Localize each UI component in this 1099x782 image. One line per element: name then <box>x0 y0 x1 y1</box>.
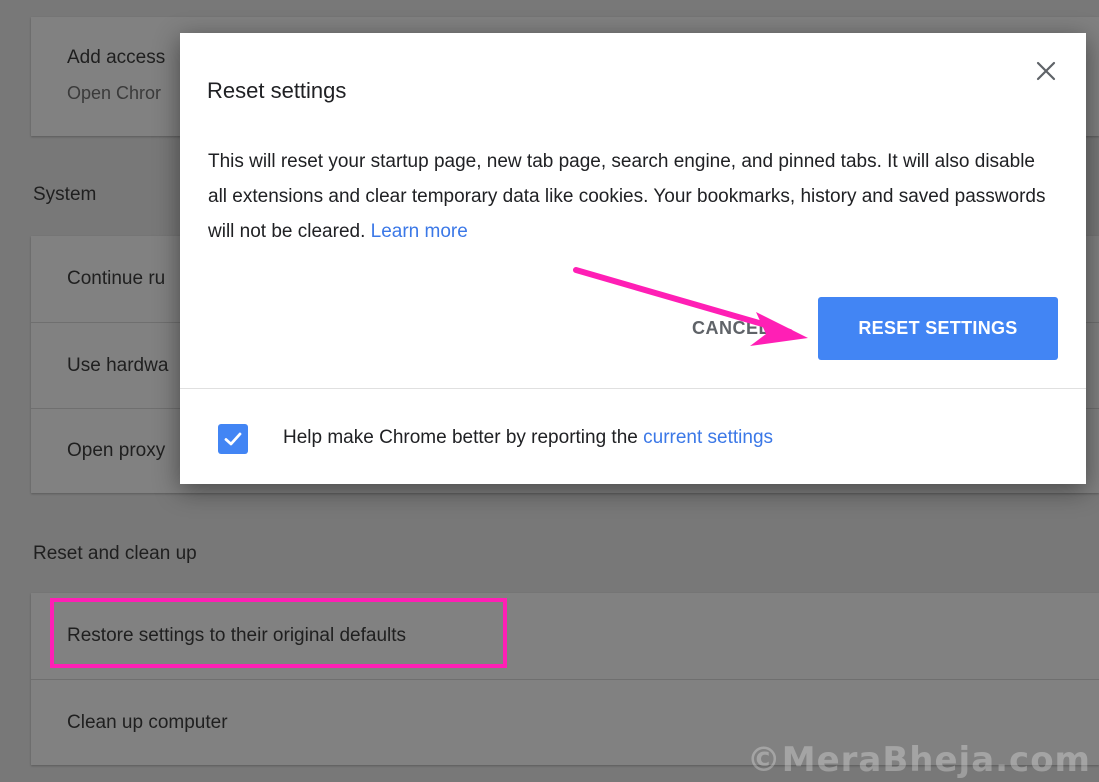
reset-section-title: Reset and clean up <box>33 543 197 564</box>
checkmark-icon <box>224 432 242 446</box>
close-icon[interactable] <box>1034 59 1058 83</box>
reset-settings-button[interactable]: RESET SETTINGS <box>818 297 1058 360</box>
open-chrome-store-label: Open Chror <box>67 83 162 103</box>
dialog-divider <box>180 388 1086 389</box>
add-accessibility-label[interactable]: Add access <box>67 47 165 69</box>
annotation-arrow-icon <box>573 267 808 346</box>
annotation-highlight-box <box>50 598 507 668</box>
learn-more-link[interactable]: Learn more <box>371 221 468 242</box>
dialog-title: Reset settings <box>207 78 347 103</box>
watermark-text: ©MeraBheja.com <box>746 740 1091 780</box>
reset-settings-dialog: Reset settings This will reset your star… <box>180 33 1086 484</box>
dialog-body: This will reset your startup page, new t… <box>208 144 1048 249</box>
current-settings-link[interactable]: current settings <box>643 427 773 448</box>
dialog-body-text: This will reset your startup page, new t… <box>208 151 1046 242</box>
report-settings-text: Help make Chrome better by reporting the <box>283 427 638 448</box>
report-settings-label: Help make Chrome better by reporting the… <box>283 427 773 449</box>
system-section-title: System <box>33 184 97 205</box>
report-settings-checkbox[interactable] <box>218 424 248 454</box>
